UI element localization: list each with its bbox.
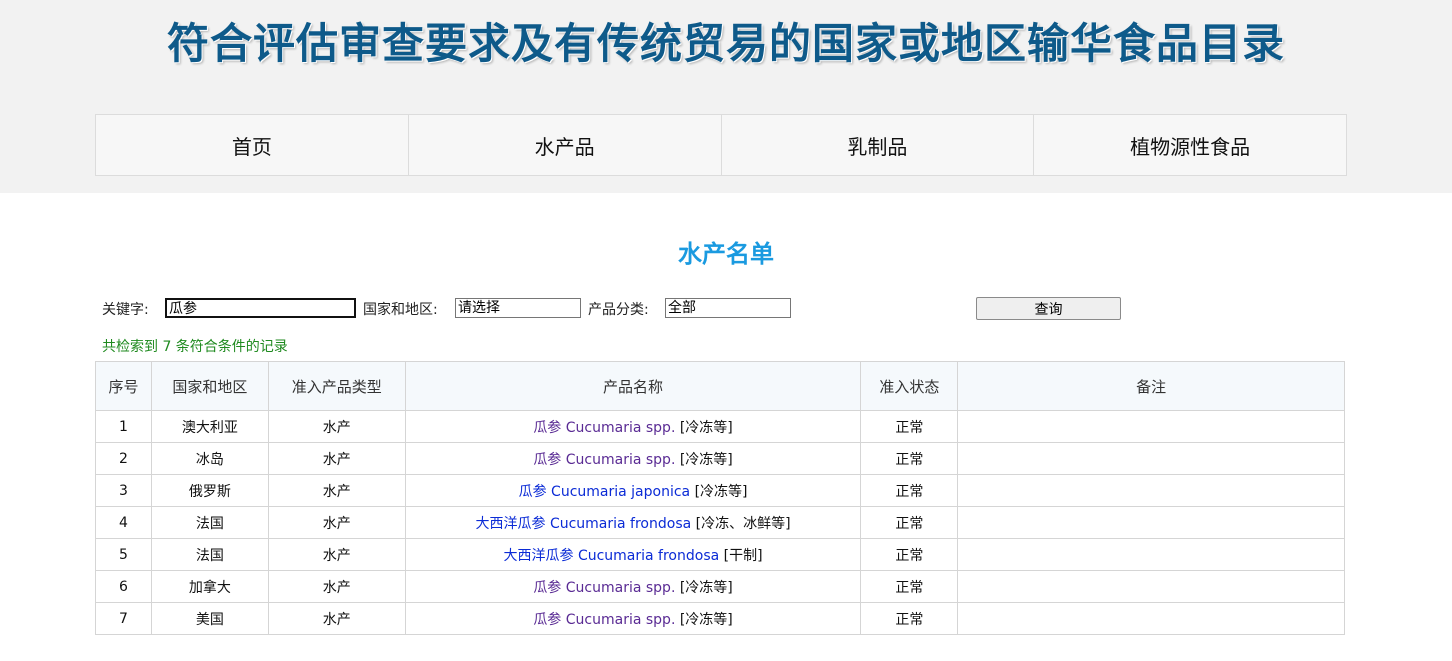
- nav-item-aquatic[interactable]: 水产品: [407, 115, 721, 175]
- cell-type: 水产: [267, 474, 406, 507]
- cell-status: 正常: [860, 538, 959, 571]
- cell-status: 正常: [860, 442, 959, 475]
- cell-product: 瓜参 Cucumaria japonica [冷冻等]: [404, 474, 862, 507]
- col-header-status: 准入状态: [860, 361, 959, 411]
- product-form: [干制]: [723, 547, 763, 564]
- cell-no: 1: [95, 410, 152, 443]
- cell-region: 俄罗斯: [150, 474, 269, 507]
- cell-region: 法国: [150, 506, 269, 539]
- cell-product: 大西洋瓜参 Cucumaria frondosa [冷冻、冰鲜等]: [404, 506, 862, 539]
- cell-note: [957, 538, 1345, 571]
- table-row: 5 法国 水产 大西洋瓜参 Cucumaria frondosa [干制] 正常: [95, 538, 1345, 571]
- cell-status: 正常: [860, 602, 959, 635]
- product-link[interactable]: 瓜参 Cucumaria spp.: [533, 452, 675, 468]
- cell-product: 瓜参 Cucumaria spp. [冷冻等]: [404, 442, 862, 475]
- nav-item-dairy[interactable]: 乳制品: [720, 115, 1034, 175]
- nav-item-home[interactable]: 首页: [96, 115, 408, 175]
- product-link[interactable]: 瓜参 Cucumaria japonica: [519, 484, 691, 500]
- cell-type: 水产: [267, 602, 406, 635]
- results-table: 序号 国家和地区 准入产品类型 产品名称 准入状态 备注 1 澳大利亚 水产 瓜…: [95, 361, 1345, 635]
- cell-status: 正常: [860, 570, 959, 603]
- table-header-row: 序号 国家和地区 准入产品类型 产品名称 准入状态 备注: [95, 361, 1345, 411]
- cell-type: 水产: [267, 570, 406, 603]
- cell-note: [957, 442, 1345, 475]
- product-form: [冷冻等]: [679, 579, 733, 596]
- result-count: 共检索到 7 条符合条件的记录: [102, 339, 288, 355]
- cell-note: [957, 410, 1345, 443]
- cell-region: 法国: [150, 538, 269, 571]
- col-header-region: 国家和地区: [150, 361, 269, 411]
- cell-region: 冰岛: [150, 442, 269, 475]
- cell-product: 大西洋瓜参 Cucumaria frondosa [干制]: [404, 538, 862, 571]
- product-link[interactable]: 大西洋瓜参 Cucumaria frondosa: [504, 548, 720, 564]
- product-form: [冷冻、冰鲜等]: [695, 515, 791, 532]
- cell-region: 澳大利亚: [150, 410, 269, 443]
- cell-region: 美国: [150, 602, 269, 635]
- cell-status: 正常: [860, 410, 959, 443]
- cell-note: [957, 506, 1345, 539]
- product-form: [冷冻等]: [679, 611, 733, 628]
- product-link[interactable]: 瓜参 Cucumaria spp.: [533, 420, 675, 436]
- cell-type: 水产: [267, 506, 406, 539]
- table-row: 6 加拿大 水产 瓜参 Cucumaria spp. [冷冻等] 正常: [95, 570, 1345, 603]
- cell-status: 正常: [860, 474, 959, 507]
- cell-note: [957, 602, 1345, 635]
- cell-type: 水产: [267, 538, 406, 571]
- category-label: 产品分类:: [588, 302, 649, 318]
- col-header-type: 准入产品类型: [267, 361, 406, 411]
- cell-product: 瓜参 Cucumaria spp. [冷冻等]: [404, 570, 862, 603]
- cell-no: 6: [95, 570, 152, 603]
- cell-type: 水产: [267, 442, 406, 475]
- product-link[interactable]: 大西洋瓜参 Cucumaria frondosa: [476, 516, 692, 532]
- nav-item-plant-food[interactable]: 植物源性食品: [1033, 115, 1346, 175]
- cell-region: 加拿大: [150, 570, 269, 603]
- cell-no: 2: [95, 442, 152, 475]
- cell-type: 水产: [267, 410, 406, 443]
- cell-status: 正常: [860, 506, 959, 539]
- query-button[interactable]: 查询: [976, 297, 1121, 320]
- col-header-product: 产品名称: [404, 361, 862, 411]
- product-form: [冷冻等]: [679, 419, 733, 436]
- category-select[interactable]: 全部: [665, 298, 791, 318]
- cell-no: 7: [95, 602, 152, 635]
- cell-note: [957, 474, 1345, 507]
- cell-product: 瓜参 Cucumaria spp. [冷冻等]: [404, 410, 862, 443]
- table-row: 4 法国 水产 大西洋瓜参 Cucumaria frondosa [冷冻、冰鲜等…: [95, 506, 1345, 539]
- region-select[interactable]: 请选择: [455, 298, 581, 318]
- table-row: 2 冰岛 水产 瓜参 Cucumaria spp. [冷冻等] 正常: [95, 442, 1345, 475]
- col-header-note: 备注: [957, 361, 1345, 411]
- banner-title: 符合评估审查要求及有传统贸易的国家或地区输华食品目录: [166, 19, 1285, 68]
- cell-no: 5: [95, 538, 152, 571]
- cell-product: 瓜参 Cucumaria spp. [冷冻等]: [404, 602, 862, 635]
- cell-note: [957, 570, 1345, 603]
- keyword-label: 关键字:: [102, 302, 149, 318]
- main-nav: 首页 水产品 乳制品 植物源性食品: [95, 114, 1347, 176]
- table-row: 3 俄罗斯 水产 瓜参 Cucumaria japonica [冷冻等] 正常: [95, 474, 1345, 507]
- product-form: [冷冻等]: [694, 483, 748, 500]
- page-title: 水产名单: [678, 240, 774, 268]
- table-row: 7 美国 水产 瓜参 Cucumaria spp. [冷冻等] 正常: [95, 602, 1345, 635]
- product-link[interactable]: 瓜参 Cucumaria spp.: [533, 612, 675, 628]
- keyword-input[interactable]: 瓜参: [165, 298, 356, 318]
- col-header-no: 序号: [95, 361, 152, 411]
- header-area: 符合评估审查要求及有传统贸易的国家或地区输华食品目录 首页 水产品 乳制品 植物…: [0, 0, 1452, 193]
- product-link[interactable]: 瓜参 Cucumaria spp.: [533, 580, 675, 596]
- cell-no: 3: [95, 474, 152, 507]
- region-label: 国家和地区:: [363, 302, 438, 318]
- product-form: [冷冻等]: [679, 451, 733, 468]
- table-row: 1 澳大利亚 水产 瓜参 Cucumaria spp. [冷冻等] 正常: [95, 410, 1345, 443]
- cell-no: 4: [95, 506, 152, 539]
